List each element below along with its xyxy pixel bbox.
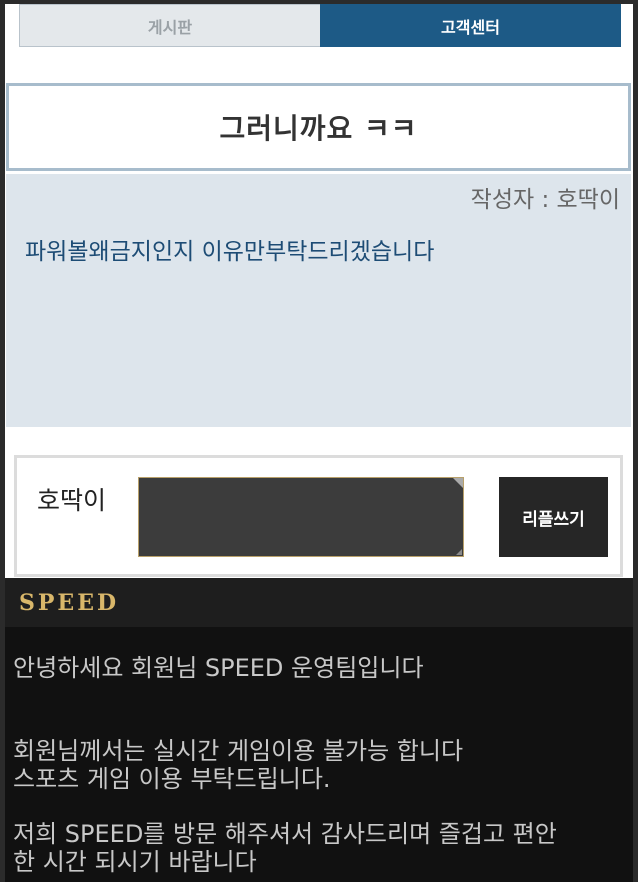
post-author: 작성자 : 호딱이 xyxy=(470,187,620,213)
resize-handle-icon[interactable] xyxy=(456,549,462,555)
notice-line: 저희 SPEED를 방문 해주셔서 감사드리며 즐겁고 편안 xyxy=(13,820,557,848)
post-content: 작성자 : 호딱이 파워볼왜금지인지 이유만부탁드리겠습니다 xyxy=(6,174,631,427)
notice-panel: 안녕하세요 회원님 SPEED 운영팀입니다 회원님께서는 실시간 게임이용 불… xyxy=(5,627,633,882)
notice-line: 안녕하세요 회원님 SPEED 운영팀입니다 xyxy=(13,654,424,682)
speed-logo: SPEED xyxy=(19,590,120,616)
post-body: 파워볼왜금지인지 이유만부탁드리겠습니다 xyxy=(25,239,435,265)
reply-author-name: 호딱이 xyxy=(37,486,107,515)
tab-board[interactable]: 게시판 xyxy=(19,4,320,47)
reply-form: 호딱이 리플쓰기 xyxy=(14,455,623,577)
footer-header: SPEED xyxy=(5,578,633,627)
tab-bar: 게시판 고객센터 xyxy=(19,4,621,47)
page-frame: 게시판 고객센터 그러니까요 ㅋㅋ 작성자 : 호딱이 파워볼왜금지인지 이유만… xyxy=(0,0,638,882)
reply-input[interactable] xyxy=(138,477,464,557)
notice-line: 한 시간 되시기 바랍니다 xyxy=(13,848,257,876)
corner-fold-icon xyxy=(453,478,463,488)
reply-submit-button[interactable]: 리플쓰기 xyxy=(499,477,608,557)
notice-line: 회원님께서는 실시간 게임이용 불가능 합니다 xyxy=(13,737,464,765)
post-title-box: 그러니까요 ㅋㅋ xyxy=(6,83,631,171)
notice-line: 스포츠 게임 이용 부탁드립니다. xyxy=(13,765,331,793)
tab-support[interactable]: 고객센터 xyxy=(320,4,621,47)
post-title: 그러니까요 ㅋㅋ xyxy=(219,112,418,145)
